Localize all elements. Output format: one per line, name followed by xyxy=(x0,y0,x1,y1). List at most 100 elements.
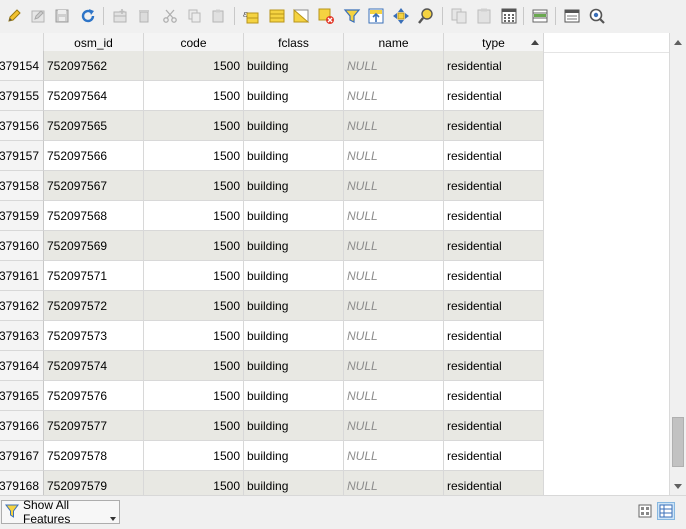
cell-type[interactable]: residential xyxy=(444,261,544,291)
cell-osm-id[interactable]: 752097564 xyxy=(44,81,144,111)
table-row[interactable]: 379168 752097579 1500 building NULL residenti… xyxy=(0,471,544,495)
pan-icon[interactable] xyxy=(391,6,411,26)
table-row[interactable]: 379164 752097574 1500 building NULL residenti… xyxy=(0,351,544,381)
cell-osm-id[interactable]: 752097579 xyxy=(44,471,144,495)
form-view-icon[interactable] xyxy=(562,6,582,26)
cell-code[interactable]: 1500 xyxy=(144,141,244,171)
table-row[interactable]: 379156 752097565 1500 building NULL residenti… xyxy=(0,111,544,141)
cell-type[interactable]: residential xyxy=(444,201,544,231)
cut-icon[interactable] xyxy=(160,6,180,26)
add-feature-icon[interactable] xyxy=(110,6,130,26)
cell-name[interactable]: NULL xyxy=(344,351,444,381)
table-row[interactable]: 379155 752097564 1500 building NULL residenti… xyxy=(0,81,544,111)
cell-osm-id[interactable]: 752097578 xyxy=(44,441,144,471)
cell-type[interactable]: residential xyxy=(444,141,544,171)
cell-fclass[interactable]: building xyxy=(244,321,344,351)
table-row[interactable]: 379167 752097578 1500 building NULL residenti… xyxy=(0,441,544,471)
multi-edit-icon[interactable] xyxy=(28,6,48,26)
select-all-icon[interactable] xyxy=(267,6,287,26)
paste-icon[interactable] xyxy=(208,6,228,26)
cell-name[interactable]: NULL xyxy=(344,291,444,321)
table-row[interactable]: 379162 752097572 1500 building NULL residenti… xyxy=(0,291,544,321)
cell-name[interactable]: NULL xyxy=(344,261,444,291)
cell-name[interactable]: NULL xyxy=(344,441,444,471)
pencil-icon[interactable] xyxy=(4,6,24,26)
cell-osm-id[interactable]: 752097574 xyxy=(44,351,144,381)
cell-fclass[interactable]: building xyxy=(244,81,344,111)
cell-osm-id[interactable]: 752097568 xyxy=(44,201,144,231)
cell-fclass[interactable]: building xyxy=(244,171,344,201)
cell-type[interactable]: residential xyxy=(444,321,544,351)
cell-code[interactable]: 1500 xyxy=(144,321,244,351)
cell-name[interactable]: NULL xyxy=(344,171,444,201)
cell-fclass[interactable]: building xyxy=(244,201,344,231)
cell-type[interactable]: residential xyxy=(444,51,544,81)
table-row[interactable]: 379158 752097567 1500 building NULL residenti… xyxy=(0,171,544,201)
zoom-icon[interactable] xyxy=(416,6,436,26)
cell-fclass[interactable]: building xyxy=(244,351,344,381)
cell-osm-id[interactable]: 752097569 xyxy=(44,231,144,261)
cell-name[interactable]: NULL xyxy=(344,321,444,351)
row-header[interactable]: 379157 xyxy=(0,141,44,171)
row-header[interactable]: 379155 xyxy=(0,81,44,111)
scroll-up-icon[interactable] xyxy=(670,33,686,50)
cell-fclass[interactable]: building xyxy=(244,381,344,411)
row-header[interactable]: 379168 xyxy=(0,471,44,495)
cell-code[interactable]: 1500 xyxy=(144,231,244,261)
filter-icon[interactable] xyxy=(342,6,362,26)
cell-osm-id[interactable]: 752097565 xyxy=(44,111,144,141)
invert-selection-icon[interactable] xyxy=(291,6,311,26)
vertical-scrollbar[interactable] xyxy=(669,33,686,495)
cell-name[interactable]: NULL xyxy=(344,411,444,441)
cell-code[interactable]: 1500 xyxy=(144,81,244,111)
column-header-osm-id[interactable]: osm_id xyxy=(44,33,144,53)
reload-icon[interactable] xyxy=(78,6,98,26)
copy-cells-icon[interactable] xyxy=(449,6,469,26)
scroll-down-icon[interactable] xyxy=(670,478,686,495)
cell-type[interactable]: residential xyxy=(444,111,544,141)
column-header-type[interactable]: type xyxy=(444,33,544,53)
row-header[interactable]: 379156 xyxy=(0,111,44,141)
table-row[interactable]: 379154 752097562 1500 building NULL residenti… xyxy=(0,51,544,81)
cell-code[interactable]: 1500 xyxy=(144,441,244,471)
cell-fclass[interactable]: building xyxy=(244,261,344,291)
row-header[interactable]: 379163 xyxy=(0,321,44,351)
cell-type[interactable]: residential xyxy=(444,291,544,321)
table-row[interactable]: 379165 752097576 1500 building NULL residenti… xyxy=(0,381,544,411)
deselect-icon[interactable] xyxy=(316,6,336,26)
cell-fclass[interactable]: building xyxy=(244,51,344,81)
column-header-code[interactable]: code xyxy=(144,33,244,53)
cell-name[interactable]: NULL xyxy=(344,471,444,495)
header-corner[interactable] xyxy=(0,33,44,53)
cell-type[interactable]: residential xyxy=(444,351,544,381)
conditional-format-icon[interactable] xyxy=(530,6,550,26)
cell-fclass[interactable]: building xyxy=(244,141,344,171)
scrollbar-thumb[interactable] xyxy=(672,416,684,467)
cell-name[interactable]: NULL xyxy=(344,81,444,111)
cell-code[interactable]: 1500 xyxy=(144,51,244,81)
cell-type[interactable]: residential xyxy=(444,381,544,411)
cell-code[interactable]: 1500 xyxy=(144,111,244,141)
cell-fclass[interactable]: building xyxy=(244,291,344,321)
paste-cells-icon[interactable] xyxy=(474,6,494,26)
cell-name[interactable]: NULL xyxy=(344,381,444,411)
column-header-fclass[interactable]: fclass xyxy=(244,33,344,53)
cell-osm-id[interactable]: 752097577 xyxy=(44,411,144,441)
cell-osm-id[interactable]: 752097576 xyxy=(44,381,144,411)
cell-osm-id[interactable]: 752097562 xyxy=(44,51,144,81)
cell-code[interactable]: 1500 xyxy=(144,291,244,321)
table-row[interactable]: 379166 752097577 1500 building NULL residenti… xyxy=(0,411,544,441)
row-header[interactable]: 379164 xyxy=(0,351,44,381)
attribute-table[interactable]: osm_id code fclass name type 379154 752097562… xyxy=(0,33,669,495)
cell-code[interactable]: 1500 xyxy=(144,351,244,381)
cell-osm-id[interactable]: 752097566 xyxy=(44,141,144,171)
cell-code[interactable]: 1500 xyxy=(144,471,244,495)
row-header[interactable]: 379158 xyxy=(0,171,44,201)
row-header[interactable]: 379160 xyxy=(0,231,44,261)
table-row[interactable]: 379163 752097573 1500 building NULL residenti… xyxy=(0,321,544,351)
cell-type[interactable]: residential xyxy=(444,81,544,111)
cell-code[interactable]: 1500 xyxy=(144,411,244,441)
delete-icon[interactable] xyxy=(134,6,154,26)
cell-code[interactable]: 1500 xyxy=(144,381,244,411)
cell-name[interactable]: NULL xyxy=(344,201,444,231)
